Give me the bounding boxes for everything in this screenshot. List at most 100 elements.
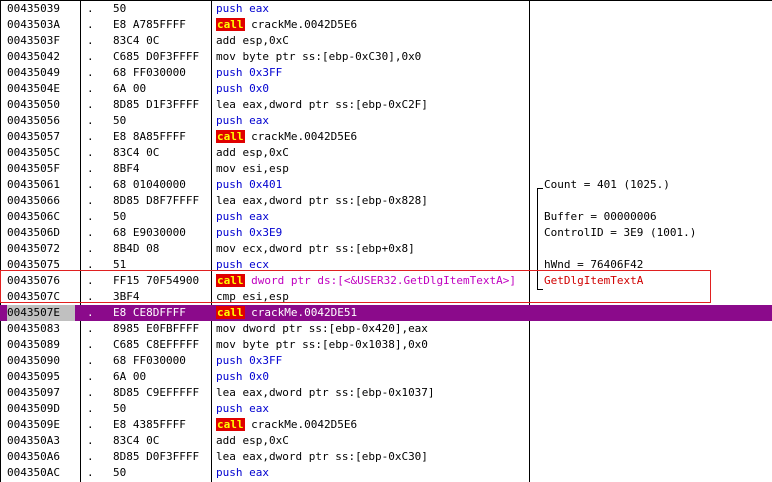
hex-bytes-cell: E8 4385FFFF	[113, 418, 186, 431]
operands: crackMe.0042D5E6	[251, 18, 358, 31]
instruction-row[interactable]: 0043506C. 50 push eax Buffer = 00000006	[0, 209, 772, 225]
hex-bytes-cell: 50	[113, 114, 127, 127]
operands: 0x3FF	[249, 66, 283, 79]
instruction-row[interactable]: 0043506D. 68 E9030000 push 0x3E9 ControlID …	[0, 225, 772, 241]
instruction-row[interactable]: 0043509D. 50 push eax	[0, 401, 772, 417]
disassembly-cell: lea eax,dword ptr ss:[ebp-0x828]	[216, 193, 528, 209]
address-cell: 004350A6	[7, 450, 60, 463]
operands: eax	[249, 466, 269, 479]
address-cell: 00435042	[7, 50, 60, 63]
getdlgitemtext-highlight-box	[0, 270, 711, 303]
instruction-row[interactable]: 00435090. 68 FF030000 push 0x3FF	[0, 353, 772, 369]
instruction-row[interactable]: 0043504E. 6A 00 push 0x0	[0, 81, 772, 97]
address-cell: 00435090	[7, 354, 60, 367]
instruction-row[interactable]: 0043503A. E8 A785FFFF call crackMe.0042D5E…	[0, 17, 772, 33]
instruction-row[interactable]: 00435050. 8D85 D1F3FFFF lea eax,dword ptr …	[0, 97, 772, 113]
disassembly-pane[interactable]: 00435039. 50 push eax 0043503A. E8 A785FFFF c…	[0, 0, 772, 482]
hex-bytes-cell: 50	[113, 210, 127, 223]
mnemonic: push	[216, 210, 243, 223]
operands: crackMe.0042D5E6	[251, 130, 358, 143]
hex-bytes-cell: E8 CE8DFFFF	[113, 306, 186, 319]
mnemonic: push	[216, 66, 243, 79]
instruction-row[interactable]: 00435057. E8 8A85FFFF call crackMe.0042D5E…	[0, 129, 772, 145]
operands: eax,dword ptr ss:[ebp-0xC30]	[242, 450, 428, 463]
mnemonic: lea	[216, 194, 236, 207]
flow-marker: .	[87, 434, 94, 447]
hex-bytes-cell: 8D85 C9EFFFFF	[113, 386, 200, 399]
instruction-row[interactable]: 00435066. 8D85 D8F7FFFF lea eax,dword ptr …	[0, 193, 772, 209]
disassembly-cell: push eax	[216, 1, 528, 17]
mnemonic: push	[216, 370, 243, 383]
flow-marker: .	[87, 146, 94, 159]
argument-comment: Buffer = 00000006	[544, 210, 657, 223]
instruction-row[interactable]: 00435042. C685 D0F3FFFF mov byte ptr ss:[e…	[0, 49, 772, 65]
disassembly-cell: push 0x3E9	[216, 225, 528, 241]
disassembly-cell: lea eax,dword ptr ss:[ebp-0xC2F]	[216, 97, 528, 113]
operands: eax	[249, 402, 269, 415]
flow-marker: .	[87, 226, 94, 239]
operands: eax	[249, 210, 269, 223]
instruction-row[interactable]: 00435072. 8B4D 08 mov ecx,dword ptr ss:[eb…	[0, 241, 772, 257]
instruction-row[interactable]: 004350A3. 83C4 0C add esp,0xC	[0, 433, 772, 449]
mnemonic: lea	[216, 386, 236, 399]
hex-bytes-cell: C685 C8EFFFFF	[113, 338, 200, 351]
disassembly-cell: mov ecx,dword ptr ss:[ebp+0x8]	[216, 241, 528, 257]
instruction-row[interactable]: 00435061. 68 01040000 push 0x401 Count = 40…	[0, 177, 772, 193]
instruction-row[interactable]: 00435039. 50 push eax	[0, 1, 772, 17]
mnemonic: mov	[216, 50, 236, 63]
hex-bytes-cell: E8 8A85FFFF	[113, 130, 186, 143]
disassembly-cell: push 0x3FF	[216, 65, 528, 81]
instruction-row[interactable]: 00435083. 8985 E0FBFFFF mov dword ptr ss:[…	[0, 321, 772, 337]
operands: byte ptr ss:[ebp-0xC30],0x0	[242, 50, 422, 63]
instruction-row[interactable]: 00435095. 6A 00 push 0x0	[0, 369, 772, 385]
disassembly-cell: call crackMe.0042D5E6	[216, 129, 528, 145]
instruction-row[interactable]: 00435097. 8D85 C9EFFFFF lea eax,dword ptr …	[0, 385, 772, 401]
instruction-row[interactable]: 004350A6. 8D85 D0F3FFFF lea eax,dword ptr …	[0, 449, 772, 465]
address-cell: 0043509D	[7, 402, 60, 415]
address-cell: 0043507E	[7, 305, 75, 321]
address-cell: 00435083	[7, 322, 60, 335]
operands: crackMe.0042DE51	[251, 306, 358, 319]
flow-marker: .	[87, 130, 94, 143]
instruction-row[interactable]: 00435056. 50 push eax	[0, 113, 772, 129]
flow-marker: .	[87, 386, 94, 399]
flow-marker: .	[87, 2, 94, 15]
mnemonic: call	[216, 306, 245, 319]
selected-instruction-row[interactable]: 0043507E. E8 CE8DFFFF call crackMe.0042DE5…	[0, 305, 772, 321]
flow-marker: .	[87, 466, 94, 479]
hex-bytes-cell: 68 FF030000	[113, 66, 186, 79]
address-cell: 0043504E	[7, 82, 60, 95]
operands: esp,0xC	[242, 434, 289, 447]
instruction-row[interactable]: 00435089. C685 C8EFFFFF mov byte ptr ss:[e…	[0, 337, 772, 353]
hex-bytes-cell: 8D85 D8F7FFFF	[113, 194, 200, 207]
operands: eax,dword ptr ss:[ebp-0x828]	[242, 194, 428, 207]
instruction-row[interactable]: 0043505C. 83C4 0C add esp,0xC	[0, 145, 772, 161]
mnemonic: push	[216, 82, 243, 95]
disassembly-cell: push eax	[216, 209, 528, 225]
hex-bytes-cell: 83C4 0C	[113, 434, 160, 447]
mnemonic: mov	[216, 162, 236, 175]
flow-marker: .	[87, 450, 94, 463]
flow-marker: .	[87, 98, 94, 111]
address-cell: 00435097	[7, 386, 60, 399]
address-cell: 00435039	[7, 2, 60, 15]
mnemonic: push	[216, 402, 243, 415]
instruction-row[interactable]: 0043509E. E8 4385FFFF call crackMe.0042D5E…	[0, 417, 772, 433]
address-cell: 00435095	[7, 370, 60, 383]
mnemonic: push	[216, 354, 243, 367]
address-cell: 0043503F	[7, 34, 60, 47]
flow-marker: .	[87, 178, 94, 191]
disassembly-cell: push 0x401	[216, 177, 528, 193]
instruction-row[interactable]: 00435049. 68 FF030000 push 0x3FF	[0, 65, 772, 81]
address-cell: 00435066	[7, 194, 60, 207]
instruction-row[interactable]: 0043505F. 8BF4 mov esi,esp	[0, 161, 772, 177]
mnemonic: push	[216, 466, 243, 479]
operands: 0x401	[249, 178, 283, 191]
instruction-row[interactable]: 004350AC. 50 push eax	[0, 465, 772, 481]
hex-bytes-cell: 50	[113, 2, 127, 15]
instruction-row[interactable]: 0043503F. 83C4 0C add esp,0xC	[0, 33, 772, 49]
mnemonic: push	[216, 178, 243, 191]
disassembly-cell: mov dword ptr ss:[ebp-0x420],eax	[216, 321, 528, 337]
flow-marker: .	[87, 418, 94, 431]
flow-marker: .	[87, 370, 94, 383]
